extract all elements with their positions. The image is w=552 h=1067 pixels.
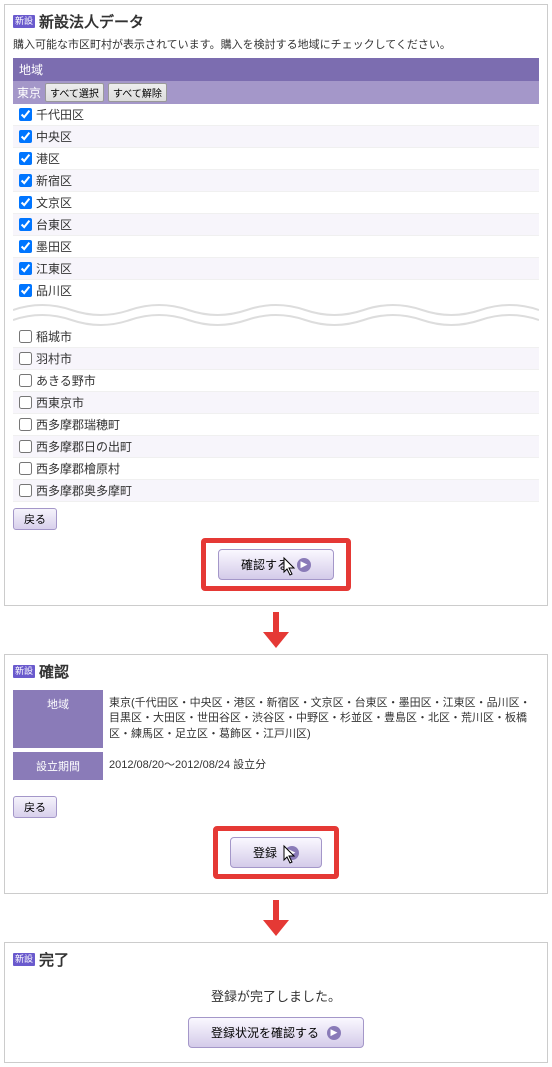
check-status-label: 登録状況を確認する: [211, 1024, 319, 1041]
city-item[interactable]: 新宿区: [13, 170, 539, 192]
city-item[interactable]: 品川区: [13, 280, 539, 302]
city-checkbox[interactable]: [19, 218, 32, 231]
select-all-button[interactable]: すべて選択: [45, 83, 104, 102]
confirm-table: 地域 東京(千代田区・中央区・港区・新宿区・文京区・台東区・墨田区・江東区・品川…: [13, 686, 539, 784]
city-list-top: 千代田区中央区港区新宿区文京区台東区墨田区江東区品川区: [13, 104, 539, 302]
register-button-label: 登録: [253, 844, 277, 861]
city-name: あきる野市: [36, 372, 96, 389]
city-item[interactable]: 文京区: [13, 192, 539, 214]
city-checkbox[interactable]: [19, 396, 32, 409]
complete-message: 登録が完了しました。: [13, 986, 539, 1005]
confirm-button[interactable]: 確認する ▶: [218, 549, 334, 580]
city-checkbox[interactable]: [19, 174, 32, 187]
city-list-bottom: 稲城市羽村市あきる野市西東京市西多摩郡瑞穂町西多摩郡日の出町西多摩郡檜原村西多摩…: [13, 326, 539, 502]
city-name: 稲城市: [36, 328, 72, 345]
panel2-title: 確認: [39, 661, 69, 682]
city-name: 西多摩郡檜原村: [36, 460, 120, 477]
panel-new-data: 新設 新設法人データ 購入可能な市区町村が表示されています。購入を検討する地域に…: [4, 4, 548, 606]
arrow-right-icon: ▶: [285, 846, 299, 860]
city-name: 羽村市: [36, 350, 72, 367]
region-value-cell: 東京(千代田区・中央区・港区・新宿区・文京区・台東区・墨田区・江東区・品川区・目…: [103, 690, 539, 748]
city-checkbox[interactable]: [19, 462, 32, 475]
city-checkbox[interactable]: [19, 352, 32, 365]
city-name: 西多摩郡日の出町: [36, 438, 132, 455]
city-checkbox[interactable]: [19, 130, 32, 143]
city-checkbox[interactable]: [19, 152, 32, 165]
city-checkbox[interactable]: [19, 330, 32, 343]
confirm-button-label: 確認する: [241, 556, 289, 573]
panel-complete: 新設 完了 登録が完了しました。 登録状況を確認する ▶: [4, 942, 548, 1063]
panel-confirm: 新設 確認 地域 東京(千代田区・中央区・港区・新宿区・文京区・台東区・墨田区・…: [4, 654, 548, 894]
city-name: 新宿区: [36, 172, 72, 189]
city-name: 墨田区: [36, 238, 72, 255]
city-item[interactable]: 港区: [13, 148, 539, 170]
city-item[interactable]: 稲城市: [13, 326, 539, 348]
city-item[interactable]: 西多摩郡檜原村: [13, 458, 539, 480]
badge-new: 新設: [13, 953, 35, 966]
back-button-2[interactable]: 戻る: [13, 796, 57, 818]
wavy-cut: [13, 300, 539, 328]
city-name: 西東京市: [36, 394, 84, 411]
table-row: 地域 東京(千代田区・中央区・港区・新宿区・文京区・台東区・墨田区・江東区・品川…: [13, 690, 539, 748]
city-name: 港区: [36, 150, 60, 167]
badge-new: 新設: [13, 15, 35, 28]
check-status-button[interactable]: 登録状況を確認する ▶: [188, 1017, 364, 1048]
register-button[interactable]: 登録 ▶: [230, 837, 322, 868]
region-section-header: 地域: [13, 58, 539, 81]
city-checkbox[interactable]: [19, 440, 32, 453]
city-item[interactable]: 西多摩郡瑞穂町: [13, 414, 539, 436]
deselect-all-button[interactable]: すべて解除: [108, 83, 167, 102]
panel1-title: 新設法人データ: [39, 11, 144, 32]
city-item[interactable]: 西多摩郡日の出町: [13, 436, 539, 458]
period-value-cell: 2012/08/20～2012/08/24 設立分: [103, 752, 539, 780]
city-name: 中央区: [36, 128, 72, 145]
city-item[interactable]: あきる野市: [13, 370, 539, 392]
city-name: 江東区: [36, 260, 72, 277]
city-item[interactable]: 千代田区: [13, 104, 539, 126]
city-item[interactable]: 江東区: [13, 258, 539, 280]
city-item[interactable]: 台東区: [13, 214, 539, 236]
city-name: 西多摩郡瑞穂町: [36, 416, 120, 433]
table-row: 設立期間 2012/08/20～2012/08/24 設立分: [13, 752, 539, 780]
flow-arrow-2: [0, 900, 552, 936]
highlight-box-1: 確認する ▶: [201, 538, 351, 591]
panel3-title: 完了: [39, 949, 69, 970]
panel3-title-row: 新設 完了: [13, 949, 539, 970]
region-label: 東京: [17, 84, 41, 101]
city-checkbox[interactable]: [19, 262, 32, 275]
city-checkbox[interactable]: [19, 108, 32, 121]
city-checkbox[interactable]: [19, 418, 32, 431]
city-item[interactable]: 墨田区: [13, 236, 539, 258]
city-name: 西多摩郡奥多摩町: [36, 482, 132, 499]
city-checkbox[interactable]: [19, 240, 32, 253]
city-name: 品川区: [36, 282, 72, 299]
city-name: 文京区: [36, 194, 72, 211]
period-label-cell: 設立期間: [13, 752, 103, 780]
city-name: 台東区: [36, 216, 72, 233]
city-item[interactable]: 西東京市: [13, 392, 539, 414]
back-button-1[interactable]: 戻る: [13, 508, 57, 530]
city-checkbox[interactable]: [19, 484, 32, 497]
city-checkbox[interactable]: [19, 196, 32, 209]
flow-arrow-1: [0, 612, 552, 648]
panel1-subtitle: 購入可能な市区町村が表示されています。購入を検討する地域にチェックしてください。: [13, 36, 539, 52]
badge-new: 新設: [13, 665, 35, 678]
city-item[interactable]: 羽村市: [13, 348, 539, 370]
city-name: 千代田区: [36, 106, 84, 123]
city-checkbox[interactable]: [19, 374, 32, 387]
region-label-cell: 地域: [13, 690, 103, 748]
city-item[interactable]: 西多摩郡奥多摩町: [13, 480, 539, 502]
arrow-right-icon: ▶: [297, 558, 311, 572]
city-item[interactable]: 中央区: [13, 126, 539, 148]
arrow-right-icon: ▶: [327, 1026, 341, 1040]
region-row: 東京 すべて選択 すべて解除: [13, 81, 539, 104]
city-checkbox[interactable]: [19, 284, 32, 297]
panel1-title-row: 新設 新設法人データ: [13, 11, 539, 32]
highlight-box-2: 登録 ▶: [213, 826, 339, 879]
panel2-title-row: 新設 確認: [13, 661, 539, 682]
